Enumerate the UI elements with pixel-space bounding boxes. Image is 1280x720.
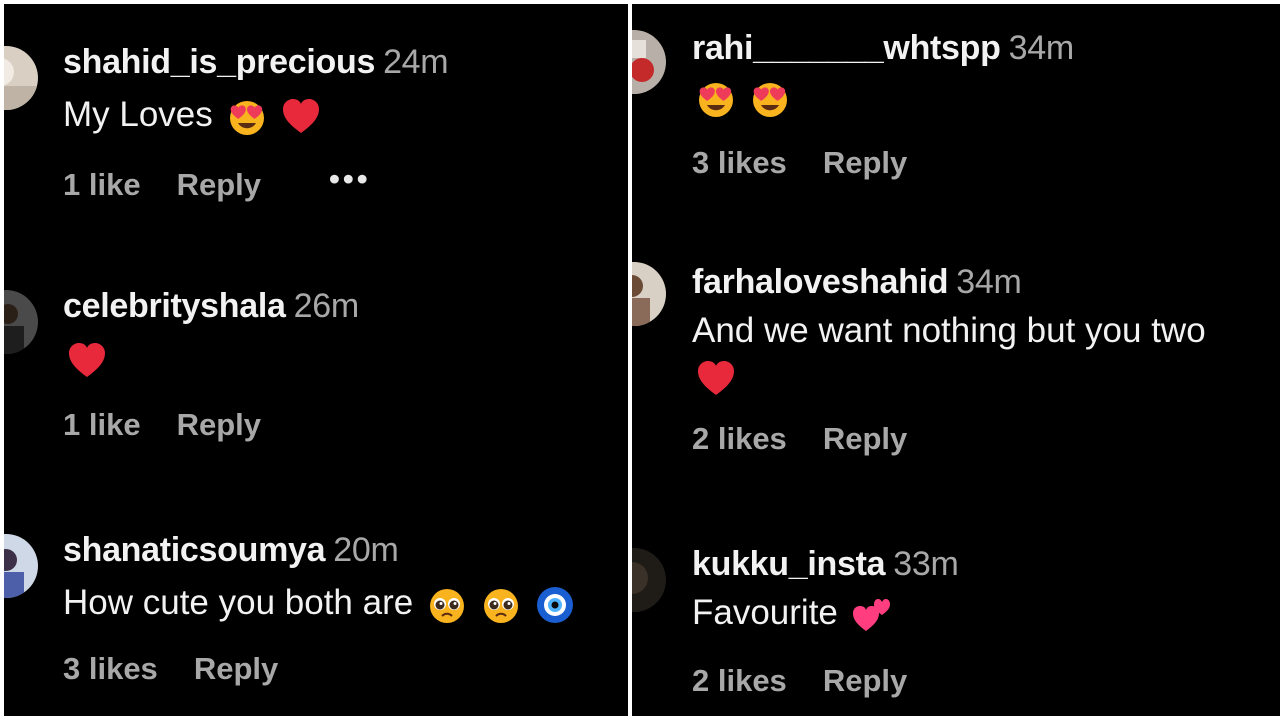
comment-timestamp: 34m — [1008, 29, 1075, 67]
nazar-amulet-icon — [535, 585, 575, 625]
reply-button[interactable]: Reply — [177, 167, 261, 203]
comment-timestamp: 26m — [293, 287, 360, 325]
red-heart-icon — [696, 359, 736, 399]
avatar[interactable] — [4, 46, 38, 110]
comment-username[interactable]: shanaticsoumya — [63, 531, 326, 569]
reply-button[interactable]: Reply — [194, 651, 278, 687]
more-options-icon[interactable]: ••• — [329, 161, 371, 197]
comment-username[interactable]: kukku_insta — [692, 545, 886, 583]
comment-username[interactable]: celebrityshala — [63, 287, 286, 325]
comment-text: How cute you both are — [63, 583, 414, 622]
comment-username[interactable]: farhaloveshahid — [692, 263, 949, 301]
comment-username[interactable]: rahi_______whtspp — [692, 29, 1001, 67]
like-count[interactable]: 3 likes — [692, 145, 787, 181]
red-heart-icon — [67, 341, 107, 381]
heart-eyes-icon — [696, 79, 736, 119]
heart-eyes-icon — [227, 97, 267, 137]
like-count[interactable]: 1 like — [63, 407, 141, 443]
like-count[interactable]: 1 like — [63, 167, 141, 203]
two-hearts-icon — [852, 595, 892, 635]
comments-panel-left: shahid_is_precious 24m My Loves 1 like Rep… — [4, 4, 628, 716]
like-count[interactable]: 2 likes — [692, 421, 787, 457]
avatar[interactable] — [632, 548, 666, 612]
avatar[interactable] — [632, 30, 666, 94]
comment-timestamp: 24m — [383, 43, 449, 81]
comment-text: My Loves — [63, 95, 213, 134]
reply-button[interactable]: Reply — [823, 145, 907, 181]
avatar[interactable] — [4, 290, 38, 354]
like-count[interactable]: 2 likes — [692, 663, 787, 699]
reply-button[interactable]: Reply — [823, 663, 907, 699]
comment-text: Favourite — [692, 593, 838, 632]
like-count[interactable]: 3 likes — [63, 651, 158, 687]
comment-timestamp: 34m — [956, 263, 1022, 301]
comment-username[interactable]: shahid_is_precious — [63, 43, 375, 81]
avatar[interactable] — [632, 262, 666, 326]
red-heart-icon — [281, 97, 321, 137]
comments-panel-right: rahi_______whtspp 34m 3 likes Reply farhal… — [632, 4, 1280, 716]
pleading-face-icon — [427, 585, 467, 625]
comment-text: And we want nothing but you two — [692, 311, 1206, 350]
heart-eyes-icon — [750, 79, 790, 119]
pleading-face-icon — [481, 585, 521, 625]
reply-button[interactable]: Reply — [177, 407, 261, 443]
comment-timestamp: 33m — [893, 545, 959, 583]
reply-button[interactable]: Reply — [823, 421, 907, 457]
avatar[interactable] — [4, 534, 38, 598]
comment-timestamp: 20m — [333, 531, 399, 569]
